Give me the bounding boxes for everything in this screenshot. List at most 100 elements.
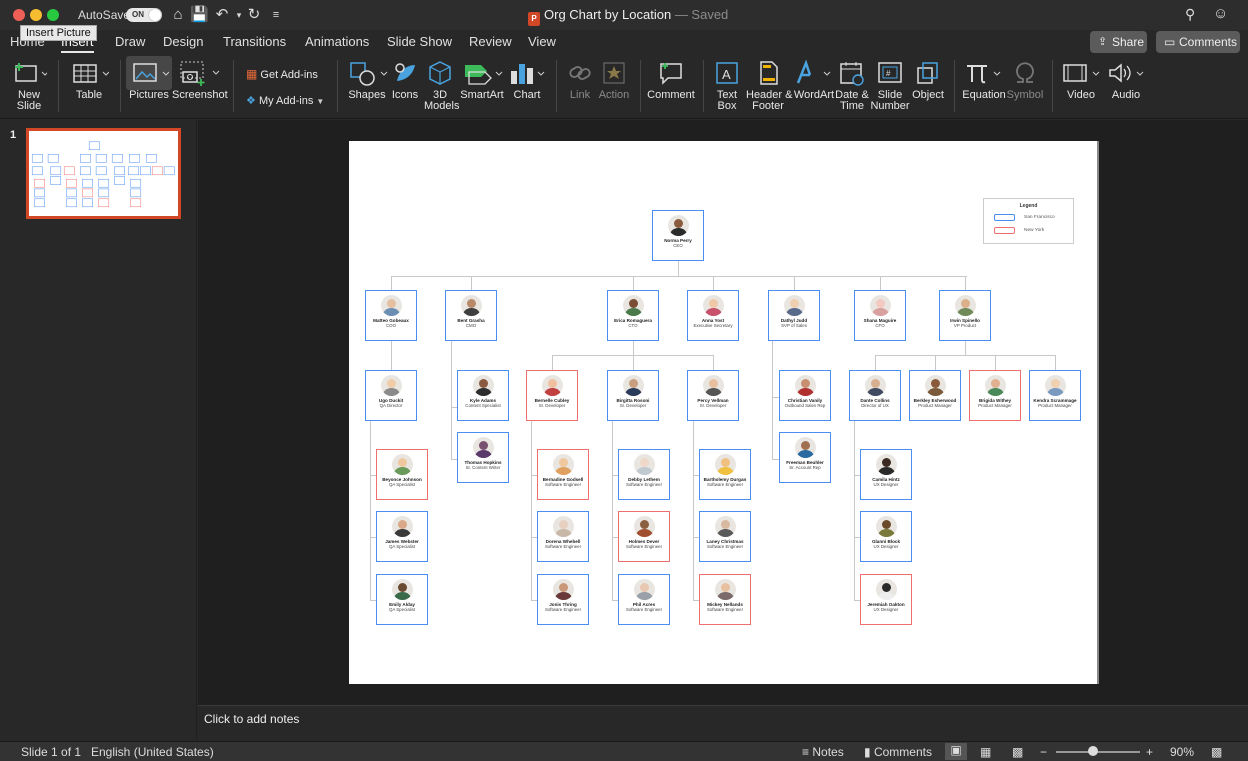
chart-button[interactable]: Chart [507,56,547,116]
slide-canvas[interactable]: Norma Perry CEO Matteo Gobeaux COO Bent Gras… [349,141,1099,684]
zoom-slider-knob[interactable] [1088,746,1098,756]
smartart-button[interactable]: SmartArt [459,56,505,116]
header-footer-button[interactable]: Header & Footer [746,56,792,116]
org-chart-card[interactable]: Dorena Whebell Software Engineer [537,511,589,562]
redo-icon[interactable]: ↻ [245,5,263,25]
table-button[interactable]: Table [66,56,112,116]
normal-view-button[interactable]: ▣ [945,743,967,760]
org-chart-card[interactable]: Jeremiah Oakton UX Designer [860,574,912,625]
account-icon[interactable]: ☺ [1213,5,1228,22]
tab-review[interactable]: Review [469,34,512,49]
org-chart-card[interactable]: Jonis Thring Software Engineer [537,574,589,625]
org-chart-card[interactable]: Berkley Esherwood Product Manager [909,370,961,421]
org-chart-card[interactable]: Irwin Spinello VP Product [939,290,991,341]
customize-toolbar-icon[interactable]: ≡ [267,5,285,25]
org-chart-card[interactable]: Bartholemy Durgan Software Engineer [699,449,751,500]
icons-button[interactable]: Icons [390,56,420,116]
shapes-button[interactable]: Shapes [344,56,390,116]
symbol-button[interactable]: Symbol [1006,56,1044,116]
object-button[interactable]: Object [910,56,946,116]
search-icon[interactable]: ⚲ [1185,6,1195,23]
tab-design[interactable]: Design [163,34,203,49]
comment-button[interactable]: Comment [645,56,697,116]
org-chart-card[interactable]: Shana Maguire CFO [854,290,906,341]
person-title: Content Specialist [465,403,501,409]
slide-sorter-view-button[interactable]: ▦ [980,745,991,759]
thumbnail-card [50,176,62,185]
org-chart-card[interactable]: Bent Grasha CMO [445,290,497,341]
tab-draw[interactable]: Draw [115,34,145,49]
org-chart-card[interactable]: Norma Perry CEO [652,210,704,261]
org-chart-card[interactable]: Thomas Hopkins Sr. Content Writer [457,432,509,483]
org-chart-card[interactable]: Mickey Nellands Software Engineer [699,574,751,625]
tab-view[interactable]: View [528,34,556,49]
home-icon[interactable]: ⌂ [169,5,187,25]
3d-models-button[interactable]: 3D Models [424,56,459,116]
zoom-out-button[interactable]: − [1040,745,1047,759]
zoom-in-button[interactable]: + [1146,745,1153,759]
org-chart-card[interactable]: Laney Christmas Software Engineer [699,511,751,562]
date-time-button[interactable]: Date & Time [835,56,869,116]
avatar [954,295,976,316]
thumbnail-card [80,154,91,163]
org-chart-card[interactable]: James Webster QA Specialist [376,511,428,562]
equation-button[interactable]: Equation [962,56,1006,116]
org-chart-card[interactable]: Camila Hintz UX Designer [860,449,912,500]
minimize-window-button[interactable] [30,9,42,21]
org-chart-card[interactable]: Erica Romaguera CTO [607,290,659,341]
org-chart-card[interactable]: Matteo Gobeaux COO [365,290,417,341]
text-box-button[interactable]: A Text Box [710,56,744,116]
undo-icon[interactable]: ↶ [213,5,231,25]
wordart-button[interactable]: WordArt [792,56,836,116]
screenshot-button[interactable]: Screenshot [172,56,228,116]
org-chart-card[interactable]: Kendra Scrammage Product Manager [1029,370,1081,421]
org-chart-card[interactable]: Anna Yost Executive Secretary [687,290,739,341]
tab-transitions[interactable]: Transitions [223,34,286,49]
org-chart-card[interactable]: Kyle Adams Content Specialist [457,370,509,421]
new-slide-button[interactable]: New Slide [6,56,52,116]
my-addins-button[interactable]: ❖ My Add-ins ▼ [246,94,324,107]
tab-slide-show[interactable]: Slide Show [387,34,452,49]
comments-toggle[interactable]: ▮ Comments [864,745,932,759]
fit-to-window-button[interactable]: ▩ [1211,745,1222,759]
save-icon[interactable]: 💾 [190,5,209,25]
org-chart-card[interactable]: Emily Alday QA Specialist [376,574,428,625]
audio-button[interactable]: Audio [1106,56,1146,116]
notes-pane[interactable]: Click to add notes [198,705,1248,741]
language-indicator[interactable]: English (United States) [91,745,214,759]
get-addins-button[interactable]: ▦ Get Add-ins [246,67,318,81]
org-chart-card[interactable]: Phil Acres Software Engineer [618,574,670,625]
close-window-button[interactable] [13,9,25,21]
legend-box[interactable]: Legend San Francisco New York [983,198,1074,244]
org-chart-card[interactable]: Ugo Duckit QA Director [365,370,417,421]
org-chart-card[interactable]: Dathyl Judd SVP of Sales [768,290,820,341]
org-chart-card[interactable]: Bernelle Cubley Sr. Developer [526,370,578,421]
org-chart-card[interactable]: Glanni Block UX Designer [860,511,912,562]
org-chart-card[interactable]: Debby Lethem Software Engineer [618,449,670,500]
zoom-level[interactable]: 90% [1170,745,1194,759]
zoom-slider[interactable] [1056,751,1140,753]
reading-view-button[interactable]: ▩ [1012,745,1023,759]
org-chart-card[interactable]: Dante Collins Director of UX [849,370,901,421]
org-chart-card[interactable]: Beyonce Johnson QA Specialist [376,449,428,500]
comments-icon: ▮ [864,745,871,759]
org-chart-card[interactable]: Freeman Beuhler Sr. Account Rep [779,432,831,483]
pictures-button[interactable]: Pictures [126,56,172,116]
tab-animations[interactable]: Animations [305,34,369,49]
notes-toggle[interactable]: ≡ Notes [802,745,844,759]
share-button[interactable]: Share [1090,31,1147,53]
slide-number-button[interactable]: # Slide Number [870,56,910,116]
action-button[interactable]: Action [597,56,631,116]
link-button[interactable]: Link [563,56,597,116]
org-chart-card[interactable]: Christian Vanily Outbound Sales Rep [779,370,831,421]
autosave-toggle[interactable]: ON [126,8,162,22]
slide-thumbnail[interactable] [26,128,181,219]
org-chart-card[interactable]: Bernadine Godsell Software Engineer [537,449,589,500]
org-chart-card[interactable]: Holmes Dever Software Engineer [618,511,670,562]
comments-button[interactable]: Comments [1156,31,1240,53]
org-chart-card[interactable]: Birgitta Rosoni Sr. Developer [607,370,659,421]
maximize-window-button[interactable] [47,9,59,21]
video-button[interactable]: Video [1060,56,1102,116]
org-chart-card[interactable]: Brigida Withey Product Manager [969,370,1021,421]
org-chart-card[interactable]: Percy Vellman Sr. Developer [687,370,739,421]
